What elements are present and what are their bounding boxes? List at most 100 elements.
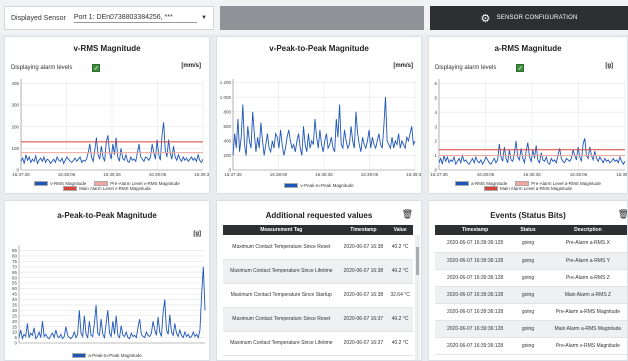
y-tick-label: 60 [12, 275, 18, 280]
y-tick-label: 200 [11, 124, 19, 129]
column-header[interactable]: Timestamp [435, 225, 516, 235]
panel-a-rms: a-RMS Magnitude Displaying alarm levels … [428, 36, 628, 194]
table-cell: going [515, 235, 541, 253]
table-cell: 2020-06-07 16:39:36:128 [435, 320, 516, 338]
table-row[interactable]: 2020-06-07 16:39:36:128 going Pre-Alarm a-… [435, 269, 627, 287]
table-cell: Maximum Contact Temperature Since Reset [223, 235, 340, 260]
panel-title: Additional requested values [265, 211, 373, 220]
events-table: Timestamp Status Description 2020-06-07 … [435, 225, 627, 355]
table-row[interactable]: Maximum Contact Temperature Since Lifeti… [223, 331, 413, 356]
y-tick-label: 800 [223, 109, 231, 114]
displayed-sensor-select[interactable]: Displayed Sensor Port 1: DEn073880338425… [4, 6, 214, 30]
y-tick-label: 20 [12, 319, 18, 324]
table-cell: 2020-06-07 16:38 [339, 235, 388, 260]
gear-icon: ⚙ [480, 12, 491, 25]
top-bar: Displayed Sensor Port 1: DEn073880338425… [0, 0, 628, 34]
alarm-levels-checkbox[interactable]: ✓ [516, 64, 525, 72]
scrollbar[interactable] [415, 235, 420, 360]
table-row[interactable]: 2020-06-07 16:39:36:128 going Pre-Alarm a-… [435, 252, 627, 270]
table-cell: going [515, 269, 541, 287]
unit-label: [mm/s] [393, 63, 413, 69]
additional-values-table: Measurement Tag Timestamp Value Maximum … [223, 225, 413, 356]
table-row[interactable]: 2020-06-07 16:39:36:128 going Main Alarm a… [435, 286, 627, 304]
legend-item[interactable]: Main Alarm Level a-RMS Magnitude [483, 186, 572, 191]
table-cell: 40.2 °C [387, 331, 413, 356]
y-tick-label: 30 [12, 308, 18, 313]
legend-item[interactable]: Main Alarm Level v-RMS Magnitude [63, 186, 151, 191]
table-cell: 2020-06-07 16:39:36:128 [435, 269, 516, 287]
panel-a-peak-to-peak: a-Peak-to-Peak Magnitude [g] 0 5 10 15 20 25 3… [4, 200, 210, 361]
table-cell: 2020-06-07 16:39:36:128 [435, 252, 516, 270]
column-header[interactable]: Value [387, 225, 413, 235]
x-tick-label: 16:37:36 [12, 172, 30, 177]
x-tick-label: 16:38:36 [523, 172, 541, 177]
x-tick-label: 16:39:36 [406, 172, 422, 177]
unit-label: [mm/s] [181, 63, 201, 69]
y-tick-label: 0 [14, 341, 17, 346]
alarm-levels-label: Displaying alarm levels [435, 65, 497, 71]
table-cell: Main Alarm a-RMS Magnitude [540, 320, 627, 338]
table-cell: 2020-06-07 16:39:36:128 [435, 235, 516, 253]
alarm-levels-toggle[interactable]: Displaying alarm levels ✓ [11, 64, 203, 72]
v-rms-chart: 010020030040016:37:36 16:38:06 16:38:36 16:… [11, 79, 209, 177]
panel-additional-values: Additional requested values 🗑 Measuremen… [216, 200, 422, 361]
table-row[interactable]: Maximum Contact Temperature Since Startu… [223, 283, 413, 308]
y-tick-label: 100 [11, 146, 19, 151]
table-cell: Maximum Contact Temperature Since Lifeti… [223, 331, 340, 356]
table-cell: Pre-Alarm a-RMS X [540, 235, 627, 253]
displayed-sensor-label: Displayed Sensor [11, 14, 66, 22]
table-row[interactable]: Maximum Contact Temperature Since Reset 2… [223, 235, 413, 260]
table-row[interactable]: 2020-06-07 16:39:36:128 going Pre-Alarm a-… [435, 303, 627, 321]
y-tick-label: 80 [12, 253, 18, 258]
unit-label: [g] [193, 231, 201, 237]
panel-title: Events (Status Bits) [490, 211, 566, 220]
column-header[interactable]: Status [515, 225, 541, 235]
y-tick-label: 600 [223, 124, 231, 129]
x-tick-label: 16:37:36 [224, 172, 242, 177]
column-header[interactable]: Description [540, 225, 627, 235]
alarm-levels-label: Displaying alarm levels [11, 65, 73, 71]
alarm-levels-checkbox[interactable]: ✓ [92, 64, 101, 72]
table-cell: 2020-06-07 16:37 [339, 307, 388, 332]
legend-item[interactable]: a-Peak-to-Peak Magnitude [72, 353, 142, 358]
legend-item[interactable]: v-Peak-to-Peak Magnitude [284, 183, 354, 188]
trash-icon[interactable]: 🗑 [618, 209, 627, 220]
panel-v-peak-to-peak: v-Peak-to-Peak Magnitude [mm/s] 0 200 400 6… [216, 36, 422, 194]
v-peak-to-peak-chart: 02004006008001 0001 20016:37:36 16:38:06 1… [220, 79, 422, 177]
y-tick-label: 55 [12, 281, 18, 286]
table-row[interactable]: 2020-06-07 16:39:36:128 going Pre-Alarm a-… [435, 235, 627, 253]
alarm-levels-toggle[interactable]: Displaying alarm levels ✓ [435, 64, 621, 72]
y-tick-label: 35 [12, 302, 18, 307]
sensor-configuration-label: SENSOR CONFIGURATION [496, 15, 578, 21]
table-row[interactable]: Maximum Contact Temperature Since Reset 2… [223, 307, 413, 332]
trash-icon[interactable]: 🗑 [402, 209, 413, 220]
y-tick-label: 5 [434, 95, 437, 100]
panel-events: Events (Status Bits) 🗑 Timestamp Status … [428, 200, 628, 361]
table-row[interactable]: 2020-06-07 16:39:36:128 going Pre-Alarm v-… [435, 337, 627, 355]
table-cell: going [515, 337, 541, 355]
y-tick-label: 1 000 [220, 95, 232, 100]
a-rms-chart: 012345616:37:36 16:38:06 16:38:36 16:39:06 1… [430, 79, 627, 177]
y-tick-label: 15 [12, 324, 18, 329]
table-cell: 40.2 °C [387, 259, 413, 284]
column-header[interactable]: Timestamp [339, 225, 388, 235]
table-cell: 2020-06-07 16:38 [339, 259, 388, 284]
y-tick-label: 5 [14, 335, 17, 340]
chevron-down-icon[interactable]: ▼ [201, 15, 207, 21]
table-cell: Pre-Alarm a-RMS Z [540, 269, 627, 287]
table-cell: Pre-Alarm a-RMS Magnitude [540, 303, 627, 321]
chart-legend: v-Peak-to-Peak Magnitude [217, 183, 421, 188]
y-tick-label: 65 [12, 270, 18, 275]
table-cell: Maximum Contact Temperature Since Startu… [223, 283, 340, 308]
table-row[interactable]: Maximum Contact Temperature Since Lifeti… [223, 259, 413, 284]
y-tick-label: 1 200 [220, 80, 232, 85]
scrollbar-thumb[interactable] [416, 247, 419, 275]
grey-action-button[interactable] [220, 6, 424, 30]
y-tick-label: 300 [11, 103, 19, 108]
column-header[interactable]: Measurement Tag [223, 225, 340, 235]
sensor-configuration-button[interactable]: ⚙ SENSOR CONFIGURATION [430, 6, 628, 30]
displayed-sensor-value[interactable]: Port 1: DEn0738803384256, *** [73, 14, 198, 23]
chart-legend: a-RMS Magnitude Pre-Alarm Level a-RMS Ma… [429, 181, 627, 191]
table-row[interactable]: 2020-06-07 16:39:36:128 going Main Alarm a… [435, 320, 627, 338]
table-cell: 2020-06-07 16:39:36:128 [435, 337, 516, 355]
